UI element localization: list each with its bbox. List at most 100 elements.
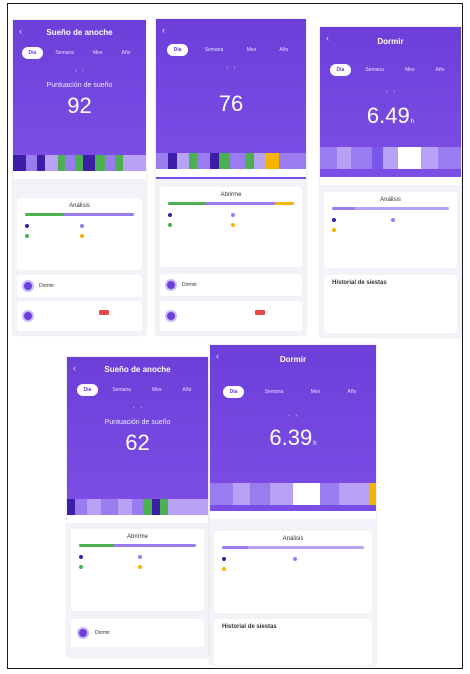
time-axis — [320, 177, 461, 185]
analysis-panel: Análisis — [324, 192, 457, 268]
tab-week[interactable]: Semana — [358, 64, 391, 76]
screen-sleep-score-92: ‹ Sueño de anoche Dia Semana Mes Año ‹ ›… — [13, 20, 146, 335]
screen-sleep-score-62: ‹ Sueño de anoche Dia Semana Mes Año ‹ ›… — [67, 357, 208, 657]
sleep-stages-strip — [67, 499, 208, 515]
chevron-left-icon[interactable]: ‹ — [216, 351, 219, 361]
tab-week[interactable]: Semana — [198, 44, 231, 56]
moon-icon — [165, 310, 177, 322]
stat — [222, 567, 293, 573]
time-axis — [156, 169, 306, 177]
chevron-left-icon[interactable]: ‹ — [162, 25, 165, 35]
time-axis — [210, 511, 376, 519]
tab-year[interactable]: Año — [340, 386, 363, 398]
period-tabs: Dia Semana Mes Año — [216, 385, 370, 399]
duration-unit: h — [313, 441, 317, 447]
page-title: Dormir — [377, 37, 404, 46]
analysis-panel: Análisis — [214, 531, 372, 613]
stat — [390, 218, 450, 224]
chevron-left-icon[interactable]: ‹ — [19, 26, 22, 36]
moon-icon — [22, 310, 34, 322]
analysis-panel: Abrirme — [160, 187, 302, 267]
analysis-panel: Análisis — [17, 198, 142, 270]
tab-month[interactable]: Mes — [398, 64, 421, 76]
stat — [231, 213, 294, 219]
period-tabs: Dia Semana Mes Año — [19, 46, 140, 60]
tab-month[interactable]: Mes — [145, 384, 168, 396]
header: ‹ Sueño de anoche Dia Semana Mes Año ‹ ›… — [67, 357, 208, 515]
sleep-icon — [22, 280, 34, 292]
date-selector[interactable]: ‹ › — [13, 68, 146, 74]
tab-month[interactable]: Mes — [240, 44, 263, 56]
stats-grid — [324, 210, 457, 234]
tab-week[interactable]: Semana — [48, 47, 81, 59]
period-tabs: Dia Semana Mes Año — [73, 383, 202, 397]
nap-history-panel: Historial de siestas — [324, 275, 457, 333]
tab-week[interactable]: Semana — [258, 386, 291, 398]
duration-unit: h — [410, 119, 415, 125]
row-label: Dormir — [95, 630, 110, 636]
sleep-tip-row[interactable] — [160, 301, 302, 331]
stat — [293, 557, 364, 563]
stats-grid — [17, 216, 142, 240]
stat — [79, 555, 138, 561]
stages-bar — [332, 207, 449, 210]
sleep-icon — [77, 627, 89, 639]
sleep-stages-strip — [320, 147, 461, 169]
screen-sleep-duration-649: ‹ Dormir Dia Semana Mes Año ‹ › 6.49h An… — [320, 27, 461, 337]
header: ‹ Sueño de anoche Dia Semana Mes Año ‹ ›… — [13, 20, 146, 170]
score-value: 76 — [218, 91, 244, 116]
duration-value: 6.39h — [210, 425, 376, 451]
sleep-tip-row[interactable] — [17, 301, 142, 331]
stat — [168, 223, 231, 229]
tab-day[interactable]: Dia — [166, 44, 189, 56]
stat — [137, 555, 197, 561]
chevron-left-icon[interactable]: ‹ — [326, 33, 329, 43]
stat — [231, 223, 294, 229]
stat — [25, 224, 80, 230]
sleep-row[interactable]: Dormir — [71, 619, 204, 647]
tab-year[interactable]: Año — [176, 384, 199, 396]
tab-day[interactable]: Dia — [329, 64, 352, 76]
stages-bar — [25, 213, 134, 216]
tab-day[interactable]: Dia — [21, 47, 44, 59]
date-selector[interactable]: ‹ › — [210, 413, 376, 419]
tab-year[interactable]: Año — [272, 44, 295, 56]
stat — [79, 234, 135, 240]
tab-day[interactable]: Dia — [76, 384, 99, 396]
time-axis — [67, 515, 208, 523]
duration-value: 6.49h — [320, 103, 461, 129]
date-selector[interactable]: ‹ › — [320, 89, 461, 95]
duration-number: 6.39 — [269, 425, 313, 450]
sleep-row[interactable]: Dormir — [160, 274, 302, 296]
tab-year[interactable]: Año — [429, 64, 452, 76]
chevron-left-icon[interactable]: ‹ — [73, 363, 76, 373]
tab-week[interactable]: Semana — [105, 384, 138, 396]
analysis-panel: Abrirme — [71, 529, 204, 611]
sleep-stages-strip — [210, 483, 376, 505]
tab-year[interactable]: Año — [115, 47, 138, 59]
date-selector[interactable]: ‹ › — [67, 405, 208, 411]
tab-month[interactable]: Mes — [86, 47, 109, 59]
score-value: 92 — [67, 93, 92, 118]
score-value: 62 — [125, 430, 150, 455]
page-title: Sueño de anoche — [104, 365, 171, 374]
date-selector[interactable]: ‹ › — [156, 65, 306, 71]
stat — [25, 234, 80, 240]
tab-day[interactable]: Dia — [222, 386, 245, 398]
page-title: Dormir — [279, 355, 307, 364]
period-tabs: Dia Semana Mes Año — [326, 63, 455, 77]
panel-title: Análisis — [282, 536, 304, 542]
stages-bar — [79, 544, 196, 547]
nap-history-panel: Historial de siestas — [214, 619, 372, 665]
stat — [332, 218, 391, 224]
screen-sleep-score-76: ‹ Dia Semana Mes Año ‹ › 76 Abrirme Dorm… — [156, 19, 306, 335]
page-title: Sueño de anoche — [46, 28, 113, 37]
score-label: Puntuación de sueño — [46, 82, 113, 89]
sleep-row[interactable]: Dormir — [17, 275, 142, 297]
tab-month[interactable]: Mes — [304, 386, 327, 398]
panel-title: Abrirme — [220, 192, 242, 198]
stages-bar — [222, 546, 364, 549]
nap-history-title: Historial de siestas — [332, 280, 387, 286]
stat — [222, 557, 293, 563]
new-badge — [255, 310, 265, 315]
